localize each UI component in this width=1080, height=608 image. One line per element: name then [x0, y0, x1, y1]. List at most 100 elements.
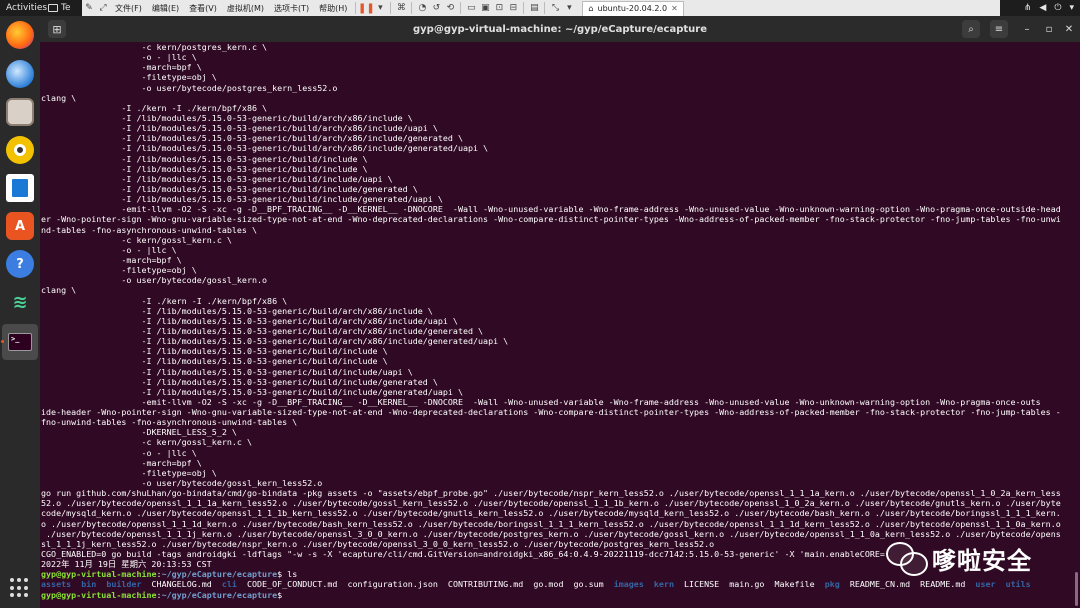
menu-edit[interactable]: 编辑(E): [147, 3, 184, 14]
menu-vm[interactable]: 虚拟机(M): [222, 3, 269, 14]
terminal-line: -I /lib/modules/5.15.0-53-generic/build/…: [41, 325, 484, 336]
terminal-line: clang \: [41, 92, 77, 103]
send-keys-icon[interactable]: ⌘: [394, 1, 408, 15]
terminal-line: clang \: [41, 285, 77, 296]
menu-help[interactable]: 帮助(H): [314, 3, 352, 14]
terminal-line: -c kern/gossl_kern.c \: [41, 234, 232, 245]
wechat-logo-icon: [886, 540, 928, 576]
minimize-icon: –: [1024, 23, 1030, 35]
vm-tab-label: ubuntu-20.04.2.0: [597, 4, 668, 13]
terminal-icon[interactable]: >_: [2, 324, 38, 360]
terminal-line: -o - |llc \: [41, 447, 197, 458]
chevron-down-icon: ▾: [1069, 3, 1074, 13]
terminal-output[interactable]: -c kern/postgres_kern.c \ -o - |llc \ -m…: [40, 42, 1080, 608]
command-text: ls: [287, 569, 298, 580]
terminal-line: -I /lib/modules/5.15.0-53-generic/build/…: [41, 194, 443, 205]
network-icon: ⋔: [1023, 3, 1032, 13]
separator: [390, 2, 392, 14]
terminal-line: -o - |llc \: [41, 244, 177, 255]
terminal-line: -I /lib/modules/5.15.0-53-generic/build/…: [41, 143, 489, 154]
menu-view[interactable]: 查看(V): [184, 3, 222, 14]
close-icon[interactable]: ✕: [671, 4, 678, 13]
files-icon[interactable]: [6, 98, 34, 126]
writer-icon[interactable]: [6, 174, 34, 202]
terminal-line: -filetype=obj \: [41, 265, 197, 276]
terminal-line: -I /lib/modules/5.15.0-53-generic/build/…: [41, 133, 463, 144]
app-grid-icon[interactable]: [10, 578, 30, 598]
ls-entry: go.sum: [573, 579, 604, 590]
minimize-button[interactable]: –: [1018, 20, 1036, 38]
prompt-path: ~/gyp/eCapture/ecapture: [161, 569, 278, 580]
terminal-line: -I /lib/modules/5.15.0-53-generic/build/…: [41, 173, 393, 184]
terminal-line: -I /lib/modules/5.15.0-53-generic/build/…: [41, 336, 509, 347]
snapshot-manager-icon[interactable]: ⟲: [443, 1, 457, 15]
terminal-line: -I /lib/modules/5.15.0-53-generic/build/…: [41, 346, 388, 357]
ls-entry: Makefile: [774, 579, 815, 590]
separator: [523, 2, 525, 14]
sublime-icon[interactable]: ≋: [6, 288, 34, 316]
terminal-line: ide-header -Wno-pointer-sign -Wno-gnu-va…: [41, 407, 1061, 418]
ls-entry: kern: [653, 579, 674, 590]
menu-button[interactable]: ≡: [990, 20, 1008, 38]
new-tab-button[interactable]: ⊞: [48, 20, 66, 38]
terminal-line: -I ./kern -I ./kern/bpf/x86 \: [41, 102, 268, 113]
terminal-line: -I /lib/modules/5.15.0-53-generic/build/…: [41, 356, 388, 367]
thunderbird-icon[interactable]: [6, 60, 34, 88]
unity-icon[interactable]: ⊟: [506, 1, 520, 15]
rhythmbox-icon[interactable]: [6, 136, 34, 164]
software-icon[interactable]: A: [6, 212, 34, 240]
ls-entry: CONTRIBUTING.md: [447, 579, 524, 590]
ls-entry: README_CN.md: [849, 579, 911, 590]
terminal-line: 52.o ./user/bytecode/openssl_1_1_1a_kern…: [41, 498, 1061, 509]
terminal-lines: -c kern/postgres_kern.c \ -o - |llc \ -m…: [41, 42, 1071, 600]
close-button[interactable]: ✕: [1060, 20, 1078, 38]
prompt-suffix: $: [277, 569, 288, 580]
help-icon[interactable]: ?: [6, 250, 34, 278]
pin-icon[interactable]: ✎: [82, 1, 96, 15]
vm-tab[interactable]: ⌂ ubuntu-20.04.2.0 ✕: [582, 0, 684, 16]
terminal-line: code/mysqld_kern.o ./user/bytecode/opens…: [41, 508, 1061, 519]
vmware-toolbar: ✎ ⤢ 文件(F) 编辑(E) 查看(V) 虚拟机(M) 选项卡(T) 帮助(H…: [82, 0, 1000, 16]
app-menu[interactable]: Te: [48, 3, 82, 13]
ls-entry: user: [975, 579, 996, 590]
revert-icon[interactable]: ↺: [429, 1, 443, 15]
ls-entry: LICENSE: [684, 579, 720, 590]
ls-entry: main.go: [729, 579, 765, 590]
separator: [411, 2, 413, 14]
system-tray[interactable]: ⋔ ◀ ⏻ ▾: [1000, 0, 1080, 16]
search-button[interactable]: ⌕: [962, 20, 980, 38]
watermark: 嗲啦安全: [886, 540, 1032, 576]
stretch-icon[interactable]: ⤡: [548, 1, 562, 15]
ls-entry: pkg: [824, 579, 840, 590]
app-menu-label: Te: [61, 3, 71, 13]
pause-icon[interactable]: ❚❚: [358, 1, 375, 15]
terminal-line: -o - |llc \: [41, 52, 197, 63]
dropdown-icon[interactable]: ▾: [373, 1, 387, 15]
activities-button[interactable]: Activities: [0, 3, 48, 13]
terminal-icon: [48, 4, 58, 12]
fit-guest-icon[interactable]: ⊡: [492, 1, 506, 15]
terminal-line: -I /lib/modules/5.15.0-53-generic/build/…: [41, 163, 368, 174]
stretch-dropdown-icon[interactable]: ▾: [562, 1, 576, 15]
library-icon[interactable]: ▭: [464, 1, 478, 15]
terminal-line: -c kern/gossl_kern.c \: [41, 437, 252, 448]
thumbnail-icon[interactable]: ▣: [478, 1, 492, 15]
maximize-button[interactable]: ▫: [1040, 20, 1058, 38]
ls-entry: builder: [106, 579, 142, 590]
terminal-line: -filetype=obj \: [41, 72, 217, 83]
console-icon[interactable]: ▤: [527, 1, 541, 15]
terminal-line: go run github.com/shuLhan/go-bindata/cmd…: [41, 488, 1061, 499]
ls-entry: CODE_OF_CONDUCT.md: [246, 579, 338, 590]
menu-file[interactable]: 文件(F): [110, 3, 147, 14]
terminal-line: -I /lib/modules/5.15.0-53-generic/build/…: [41, 376, 438, 387]
fullscreen-icon[interactable]: ⤢: [96, 1, 110, 15]
firefox-icon[interactable]: [6, 21, 34, 49]
separator: [460, 2, 462, 14]
ls-output: assets bin builder CHANGELOG.md cli CODE…: [41, 579, 1071, 589]
terminal-line: -I /lib/modules/5.15.0-53-generic/build/…: [41, 386, 463, 397]
ls-entry: go.mod: [533, 579, 564, 590]
maximize-icon: ▫: [1045, 23, 1053, 35]
snapshot-icon[interactable]: ◔: [415, 1, 429, 15]
scrollbar[interactable]: [1075, 572, 1078, 606]
menu-tabs[interactable]: 选项卡(T): [269, 3, 314, 14]
